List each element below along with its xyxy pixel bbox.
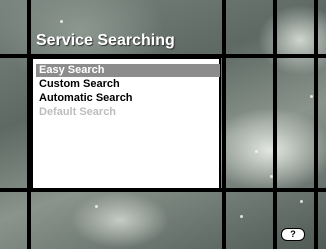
menu-item-automatic-search[interactable]: Automatic Search: [36, 92, 220, 105]
page-title: Service Searching: [36, 32, 175, 49]
background-sparkle: [310, 95, 313, 98]
search-menu-panel: Easy Search Custom Search Automatic Sear…: [31, 57, 221, 190]
menu-item-easy-search[interactable]: Easy Search: [36, 64, 220, 77]
menu-item-default-search: Default Search: [39, 106, 117, 118]
background-sparkle: [255, 150, 258, 153]
frame-divider: [314, 0, 318, 249]
help-button[interactable]: ?: [281, 228, 305, 241]
frame-divider: [273, 0, 277, 249]
background-sparkle: [60, 20, 63, 23]
frame-divider: [222, 0, 226, 249]
background-sparkle: [95, 205, 98, 208]
background-sparkle: [300, 200, 303, 203]
background-sparkle: [240, 215, 243, 218]
menu-item-custom-search[interactable]: Custom Search: [36, 78, 220, 91]
